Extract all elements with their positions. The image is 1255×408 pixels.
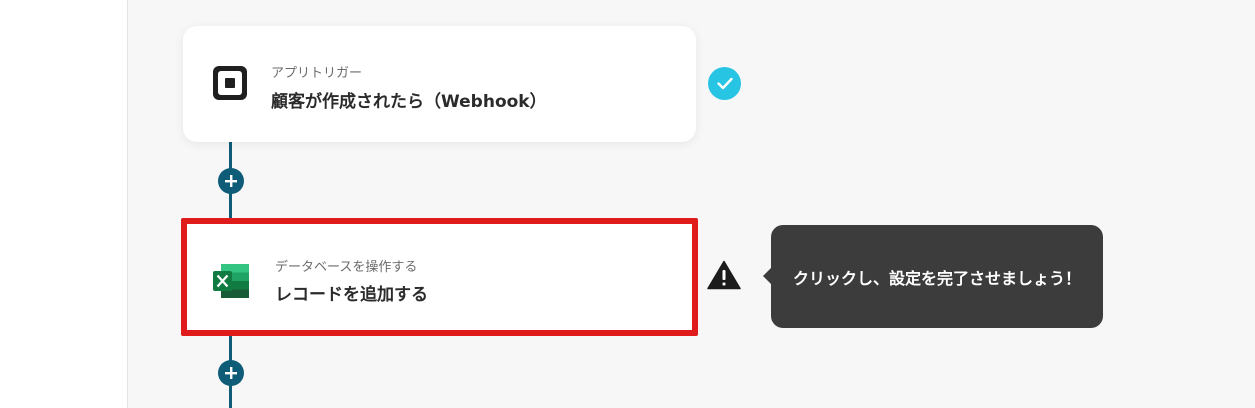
trigger-card[interactable]: アプリトリガー 顧客が作成されたら（Webhook） — [183, 26, 696, 142]
add-step-button[interactable] — [218, 168, 244, 194]
add-step-button[interactable] — [218, 360, 244, 386]
left-panel — [0, 0, 128, 408]
plus-icon — [225, 175, 237, 187]
setup-tooltip: クリックし、設定を完了させましょう！ — [763, 225, 1103, 328]
action-card[interactable]: データベースを操作する レコードを追加する — [181, 218, 698, 336]
square-icon — [213, 66, 247, 100]
action-title: レコードを追加する — [275, 285, 428, 305]
trigger-title: 顧客が作成されたら（Webhook） — [271, 92, 547, 112]
check-icon — [708, 67, 741, 100]
trigger-type-label: アプリトリガー — [271, 66, 363, 81]
action-type-label: データベースを操作する — [275, 260, 418, 275]
tooltip-text: クリックし、設定を完了させましょう！ — [792, 268, 1081, 288]
excel-icon — [213, 264, 249, 298]
plus-icon — [225, 367, 237, 379]
warning-icon — [707, 260, 741, 290]
